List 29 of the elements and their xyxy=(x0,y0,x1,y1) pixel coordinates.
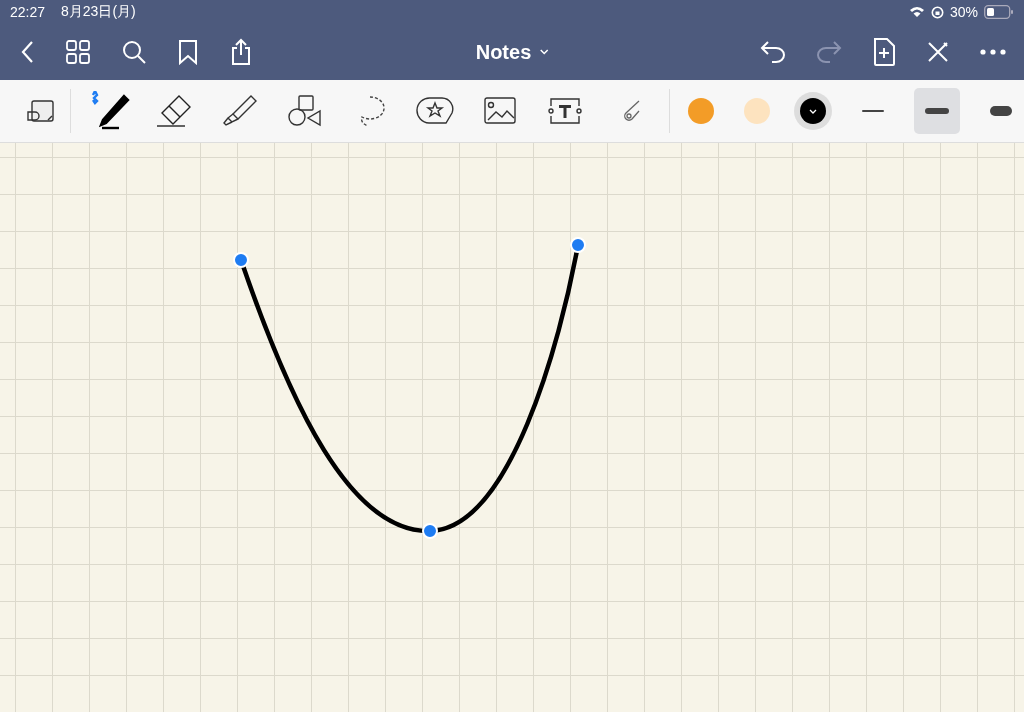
stroke-width-button[interactable] xyxy=(914,88,960,134)
image-icon[interactable] xyxy=(484,97,517,125)
laser-pointer-icon[interactable] xyxy=(621,99,640,123)
share-icon[interactable] xyxy=(230,38,252,66)
back-icon[interactable] xyxy=(20,40,34,64)
battery-percent: 30% xyxy=(949,4,978,20)
notebook-title-button[interactable]: Notes xyxy=(471,38,553,66)
chevron-icon xyxy=(809,108,817,114)
status-date: 8月23日(月) xyxy=(61,3,136,21)
bookmark-icon[interactable] xyxy=(178,39,198,65)
color-swatch[interactable] xyxy=(744,98,770,124)
more-icon[interactable] xyxy=(980,49,1006,55)
rotation-lock-icon xyxy=(930,5,944,19)
search-icon[interactable] xyxy=(122,40,146,64)
battery-icon xyxy=(984,5,1014,19)
color-swatch[interactable] xyxy=(688,98,714,124)
pen-cross-icon[interactable] xyxy=(926,40,950,64)
text-box-icon[interactable] xyxy=(548,97,583,125)
grid-icon[interactable] xyxy=(66,40,90,64)
star-sticker-icon[interactable] xyxy=(416,97,455,125)
highlighter-icon[interactable] xyxy=(220,94,259,128)
status-time: 22:27 xyxy=(10,4,46,20)
caret-icon xyxy=(539,49,549,55)
page-layout-icon[interactable] xyxy=(26,98,55,124)
undo-icon[interactable] xyxy=(760,40,786,64)
add-page-icon[interactable] xyxy=(872,37,896,67)
curve-drawing[interactable] xyxy=(233,237,586,539)
shapes-icon[interactable] xyxy=(288,95,323,127)
wifi-icon xyxy=(908,6,925,18)
